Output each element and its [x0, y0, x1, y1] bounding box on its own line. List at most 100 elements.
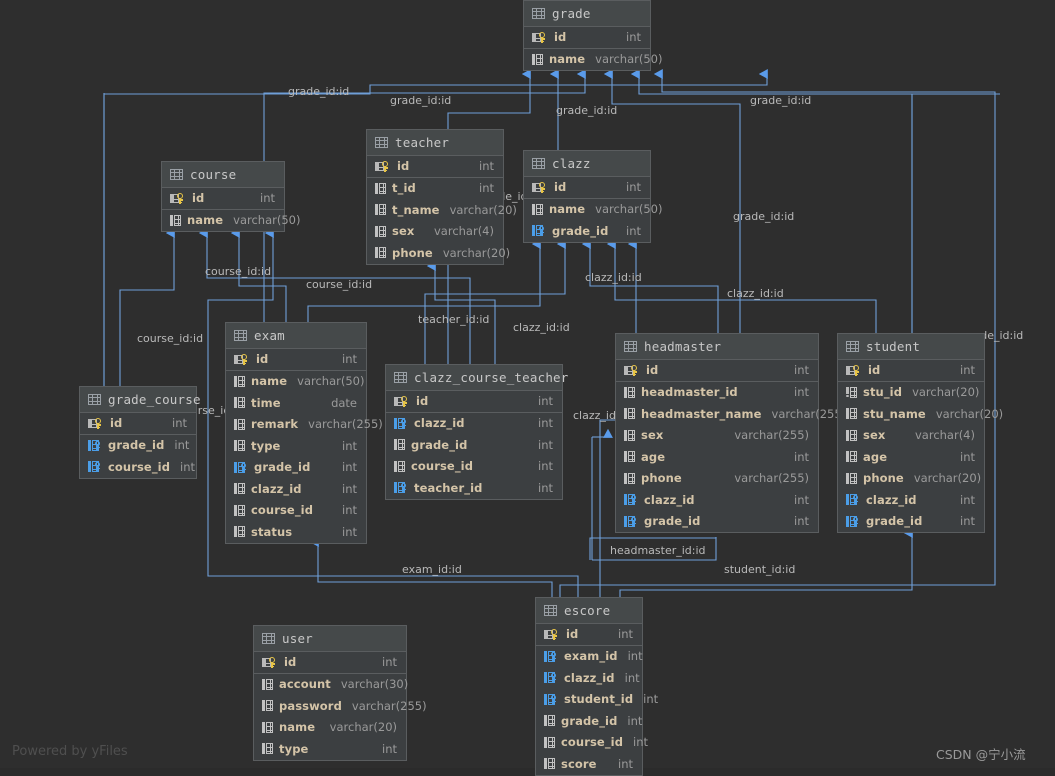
table-row[interactable]: grade_id int [838, 510, 984, 532]
table-row[interactable]: id int [226, 349, 366, 371]
table-row[interactable]: status int [226, 521, 366, 543]
table-row[interactable]: account varchar(30) [254, 673, 408, 695]
column-name: clazz_id [564, 670, 615, 685]
table-row[interactable]: id int [162, 188, 284, 210]
table-node-clazz_course_teacher[interactable]: clazz_course_teacher id int clazz_id int grad… [385, 364, 568, 500]
table-row[interactable]: id int [536, 624, 642, 646]
table-header-grade_course[interactable]: grade_course [80, 387, 201, 413]
table-row[interactable]: grade_id int [536, 710, 642, 732]
table-row[interactable]: sex varchar(4) [838, 424, 984, 446]
column-name: clazz_id [414, 416, 465, 431]
column-icon [544, 736, 555, 748]
column-type: int [172, 416, 187, 431]
table-header-student[interactable]: student [838, 334, 984, 360]
table-node-grade_course[interactable]: grade_course id int grade_id int course_id int [79, 386, 201, 479]
table-row[interactable]: course_id int [226, 499, 366, 521]
table-row[interactable]: password varchar(255) [254, 695, 427, 717]
table-row[interactable]: id int [838, 360, 984, 382]
table-row[interactable]: sex varchar(4) [367, 220, 503, 242]
table-row[interactable]: id int [80, 413, 196, 435]
table-row[interactable]: type int [254, 738, 406, 760]
column-type: varchar(255) [308, 417, 383, 432]
table-name: user [282, 631, 313, 646]
table-row[interactable]: id int [524, 177, 650, 199]
table-row[interactable]: phone varchar(20) [838, 467, 984, 489]
table-row[interactable]: sex varchar(255) [616, 424, 818, 446]
column-type: int [960, 449, 975, 464]
table-row[interactable]: course_id int [386, 455, 562, 477]
table-header-teacher[interactable]: teacher [367, 130, 503, 156]
table-row[interactable]: phone varchar(20) [367, 242, 510, 264]
column-type: int [960, 514, 975, 529]
table-node-course[interactable]: course id int name varchar(50) [161, 161, 300, 232]
table-row[interactable]: exam_id int [536, 645, 643, 667]
table-row[interactable]: name varchar(50) [226, 370, 366, 392]
column-type: int [626, 223, 641, 238]
column-type: varchar(20) [329, 720, 397, 735]
table-node-teacher[interactable]: teacher id int t_id int t_name varchar(20) sex v… [366, 129, 517, 265]
table-header-exam[interactable]: exam [226, 323, 366, 349]
table-row[interactable]: remark varchar(255) [226, 413, 383, 435]
column-type: int [260, 191, 275, 206]
er-diagram-canvas[interactable]: grade_id:id grade_id:id grade_id:id grade_i… [0, 0, 1055, 776]
primary-key-icon [170, 192, 186, 204]
table-row[interactable]: name varchar(20) [254, 716, 406, 738]
table-row[interactable]: clazz_id int [226, 478, 366, 500]
table-row[interactable]: grade_id int [386, 434, 562, 456]
column-name: type [251, 438, 281, 453]
table-row[interactable]: age int [838, 446, 984, 468]
table-node-student[interactable]: student id int stu_id varchar(20) stu_name var… [837, 333, 1003, 533]
column-name: course_id [108, 459, 171, 474]
table-header-headmaster[interactable]: headmaster [616, 334, 818, 360]
table-node-escore[interactable]: escore id int exam_id int clazz_id int student_… [535, 597, 658, 776]
table-row[interactable]: teacher_id int [386, 477, 562, 499]
table-row[interactable]: stu_name varchar(20) [838, 403, 1003, 425]
table-row[interactable]: grade_id int [80, 434, 196, 456]
table-header-grade[interactable]: grade [524, 1, 650, 27]
table-row[interactable]: id int [367, 156, 503, 178]
table-row[interactable]: name varchar(50) [162, 209, 300, 231]
table-row[interactable]: headmaster_id int [616, 381, 818, 403]
table-row[interactable]: time date [226, 392, 366, 414]
table-row[interactable]: name varchar(50) [524, 198, 662, 220]
table-row[interactable]: phone varchar(255) [616, 467, 818, 489]
table-row[interactable]: age int [616, 446, 818, 468]
table-node-headmaster[interactable]: headmaster id int headmaster_id int headmaste… [615, 333, 846, 533]
table-node-clazz[interactable]: clazz id int name varchar(50) grade_id int [523, 150, 662, 243]
table-row[interactable]: clazz_id int [386, 412, 562, 434]
table-row[interactable]: grade_id int [616, 510, 818, 532]
table-header-user[interactable]: user [254, 626, 406, 652]
table-row[interactable]: type int [226, 435, 366, 457]
table-header-clazz[interactable]: clazz [524, 151, 650, 177]
table-row[interactable]: grade_id int [524, 220, 650, 242]
table-row[interactable]: id int [524, 27, 650, 49]
table-row[interactable]: clazz_id int [838, 489, 984, 511]
table-row[interactable]: student_id int [536, 688, 658, 710]
table-node-exam[interactable]: exam id int name varchar(50) time date remark va… [225, 322, 383, 544]
table-row[interactable]: clazz_id int [536, 667, 642, 689]
table-row[interactable]: score int [536, 753, 642, 775]
table-row[interactable]: id int [254, 652, 406, 674]
table-row[interactable]: course_id int [536, 731, 648, 753]
table-row[interactable]: id int [616, 360, 818, 382]
table-row[interactable]: t_id int [367, 177, 503, 199]
column-type: date [331, 395, 357, 410]
table-row[interactable]: stu_id varchar(20) [838, 381, 984, 403]
column-type: int [794, 449, 809, 464]
primary-key-icon [394, 395, 410, 407]
table-row[interactable]: clazz_id int [616, 489, 818, 511]
column-name: password [279, 698, 342, 713]
column-name: grade_id [552, 223, 609, 238]
table-node-user[interactable]: user id int account varchar(30) password varch… [253, 625, 427, 761]
table-row[interactable]: grade_id int [226, 456, 366, 478]
table-row[interactable]: t_name varchar(20) [367, 199, 517, 221]
table-header-clazz_course_teacher[interactable]: clazz_course_teacher [386, 365, 568, 391]
table-row[interactable]: course_id int [80, 456, 196, 478]
table-node-grade[interactable]: grade id int name varchar(50) [523, 0, 662, 71]
table-row[interactable]: headmaster_name varchar(255) [616, 403, 846, 425]
table-header-escore[interactable]: escore [536, 598, 642, 624]
table-header-course[interactable]: course [162, 162, 284, 188]
column-type: varchar(20) [449, 202, 517, 217]
table-row[interactable]: id int [386, 391, 562, 413]
table-row[interactable]: name varchar(50) [524, 48, 662, 70]
